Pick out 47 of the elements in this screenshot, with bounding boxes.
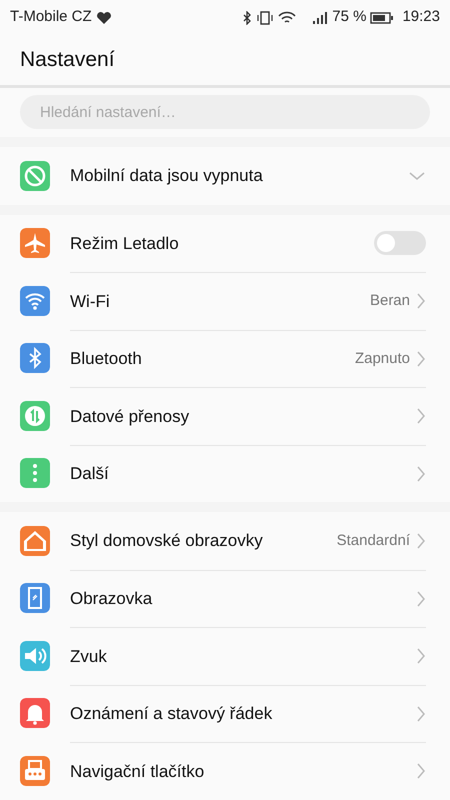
expand-icon: [408, 170, 426, 181]
settings-row[interactable]: Navigační tlačítko: [0, 742, 450, 800]
carrier-name: T-Mobile CZ: [10, 7, 92, 28]
settings-row[interactable]: Režim Letadlo: [0, 214, 450, 272]
clock: 19:23: [402, 7, 440, 28]
chevron-icon: [416, 704, 426, 723]
settings-row[interactable]: Styl domovské obrazovky Standardní: [0, 512, 450, 570]
setting-label: Datové přenosy: [70, 406, 190, 428]
toggle-switch[interactable]: [374, 231, 426, 256]
setting-label: Mobilní data jsou vypnuta: [70, 165, 263, 187]
setting-label: Styl domovské obrazovky: [70, 530, 263, 552]
setting-value: Zapnuto: [354, 348, 410, 368]
settings-row[interactable]: Mobilní data jsou vypnuta: [0, 147, 450, 204]
search-field[interactable]: Hledání nastavení…: [20, 95, 430, 129]
battery-icon: [370, 12, 394, 24]
settings-row[interactable]: Bluetooth Zapnuto: [0, 330, 450, 387]
vibrate-icon: [256, 10, 274, 24]
page-title: Nastavení: [20, 47, 115, 74]
signal-icon: [312, 11, 328, 24]
wifi-icon: [278, 10, 296, 24]
setting-value: Beran: [370, 291, 410, 311]
setting-label: Další: [70, 463, 109, 485]
chevron-icon: [416, 292, 426, 310]
setting-label: Obrazovka: [70, 588, 152, 610]
setting-label: Navigační tlačítko: [70, 760, 204, 782]
chevron-icon: [416, 350, 426, 368]
settings-row[interactable]: Oznámení a stavový řádek: [0, 684, 450, 742]
setting-label: Zvuk: [70, 646, 107, 668]
settings-row[interactable]: Datové přenosy: [0, 387, 450, 444]
setting-label: Bluetooth: [70, 348, 142, 370]
settings-row[interactable]: Zvuk: [0, 627, 450, 684]
battery-percent: 75 %: [332, 7, 366, 28]
setting-label: Režim Letadlo: [70, 232, 179, 254]
setting-label: Oznámení a stavový řádek: [70, 703, 272, 725]
settings-row[interactable]: Další: [0, 444, 450, 502]
chevron-icon: [416, 590, 426, 608]
bluetooth-icon: [242, 10, 252, 24]
settings-row[interactable]: Wi-Fi Beran: [0, 272, 450, 330]
chevron-icon: [416, 407, 426, 426]
chevron-icon: [416, 762, 426, 780]
settings-row[interactable]: Obrazovka: [0, 570, 450, 627]
setting-label: Wi-Fi: [70, 290, 110, 312]
chevron-icon: [416, 532, 426, 550]
setting-value: Standardní: [336, 530, 410, 550]
chevron-icon: [416, 464, 426, 483]
chevron-icon: [416, 647, 426, 666]
heart-icon: [96, 10, 112, 24]
